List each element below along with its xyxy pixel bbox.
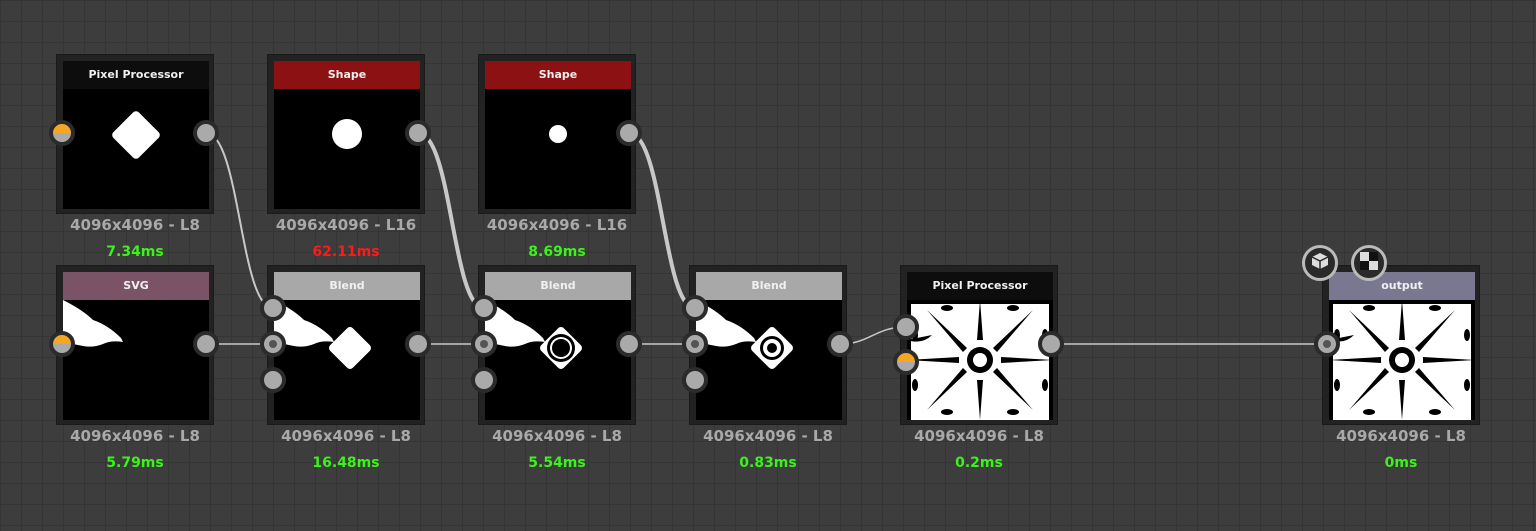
node-body: Blend (696, 272, 842, 420)
output-port[interactable] (405, 120, 431, 146)
node-title[interactable]: Shape (274, 61, 420, 89)
node-title[interactable]: Blend (696, 272, 842, 300)
node-timing: 62.11ms (312, 244, 380, 260)
node-title[interactable]: Pixel Processor (907, 272, 1053, 300)
node-resolution: 4096x4096 - L8 (1336, 427, 1466, 445)
node-svg[interactable]: SVG (56, 265, 214, 425)
node-title[interactable]: output (1329, 272, 1475, 300)
node-timing: 5.54ms (528, 455, 586, 471)
node-preview-thumbnail (549, 125, 567, 143)
node-shape1[interactable]: Shape (267, 54, 425, 214)
output-port[interactable] (193, 120, 219, 146)
node-body: Pixel Processor (907, 272, 1053, 420)
node-body: Blend (274, 272, 420, 420)
node-body: Blend (485, 272, 631, 420)
node-resolution: 4096x4096 - L8 (70, 427, 200, 445)
node-preview-thumbnail (1329, 300, 1475, 420)
output-port[interactable] (616, 120, 642, 146)
3d-cube-view-button[interactable] (1302, 245, 1338, 281)
input-foreground-port[interactable] (471, 295, 497, 321)
node-body: Shape (274, 61, 420, 209)
node-body: Pixel Processor (63, 61, 209, 209)
output-port[interactable] (827, 331, 853, 357)
input-port[interactable] (49, 331, 75, 357)
node-output[interactable]: output (1322, 265, 1480, 425)
connection-wire[interactable] (417, 131, 485, 310)
node-preview-thumbnail (274, 300, 371, 369)
node-title[interactable]: SVG (63, 272, 209, 300)
node-shape2[interactable]: Shape (478, 54, 636, 214)
node-title[interactable]: Blend (274, 272, 420, 300)
input-port[interactable] (1314, 331, 1340, 357)
3d-cube-icon (1310, 251, 1330, 275)
input-foreground-port[interactable] (260, 295, 286, 321)
node-preview-thumbnail (332, 119, 362, 149)
node-title[interactable]: Shape (485, 61, 631, 89)
node-body: SVG (63, 272, 209, 420)
node-resolution: 4096x4096 - L8 (914, 427, 1044, 445)
node-timing: 0.83ms (739, 455, 797, 471)
node-preview-thumbnail (112, 111, 160, 159)
input-mask-port[interactable] (471, 367, 497, 393)
node-timing: 16.48ms (312, 455, 380, 471)
node-title[interactable]: Blend (485, 272, 631, 300)
node-timing: 8.69ms (528, 244, 586, 260)
input-port[interactable] (893, 314, 919, 340)
node-body: Shape (485, 61, 631, 209)
node-blend3[interactable]: Blend (689, 265, 847, 425)
node-timing: 0.2ms (955, 455, 1003, 471)
input-mask-port[interactable] (260, 367, 286, 393)
node-preview-thumbnail (63, 300, 123, 350)
input-mask-port[interactable] (682, 367, 708, 393)
node-resolution: 4096x4096 - L16 (486, 216, 628, 234)
input-foreground-port[interactable] (682, 295, 708, 321)
node-preview-thumbnail (485, 300, 582, 369)
output-port[interactable] (405, 331, 431, 357)
input-background-port[interactable] (260, 331, 286, 357)
node-graph-canvas[interactable]: Pixel Processor 4096x4096 - L8 7.34ms Sha… (0, 0, 1536, 531)
node-preview-thumbnail (907, 300, 1053, 420)
output-port[interactable] (1038, 331, 1064, 357)
node-timing: 5.79ms (106, 455, 164, 471)
node-title[interactable]: Pixel Processor (63, 61, 209, 89)
node-resolution: 4096x4096 - L16 (275, 216, 417, 234)
connection-wire[interactable] (205, 132, 274, 309)
2d-checker-icon (1359, 251, 1379, 275)
2d-checker-view-button[interactable] (1351, 245, 1387, 281)
node-timing: 0ms (1384, 455, 1418, 471)
node-resolution: 4096x4096 - L8 (492, 427, 622, 445)
node-resolution: 4096x4096 - L8 (70, 216, 200, 234)
output-port[interactable] (616, 331, 642, 357)
node-blend2[interactable]: Blend (478, 265, 636, 425)
node-pp2[interactable]: Pixel Processor (900, 265, 1058, 425)
node-timing: 7.34ms (106, 244, 164, 260)
node-resolution: 4096x4096 - L8 (281, 427, 411, 445)
node-body: output (1329, 272, 1475, 420)
node-preview-thumbnail (696, 300, 793, 369)
node-pp1[interactable]: Pixel Processor (56, 54, 214, 214)
input-background-port[interactable] (682, 331, 708, 357)
node-resolution: 4096x4096 - L8 (703, 427, 833, 445)
input-port[interactable] (893, 349, 919, 375)
input-background-port[interactable] (471, 331, 497, 357)
output-port[interactable] (193, 331, 219, 357)
input-port[interactable] (49, 120, 75, 146)
connection-wire[interactable] (628, 131, 696, 310)
node-blend1[interactable]: Blend (267, 265, 425, 425)
